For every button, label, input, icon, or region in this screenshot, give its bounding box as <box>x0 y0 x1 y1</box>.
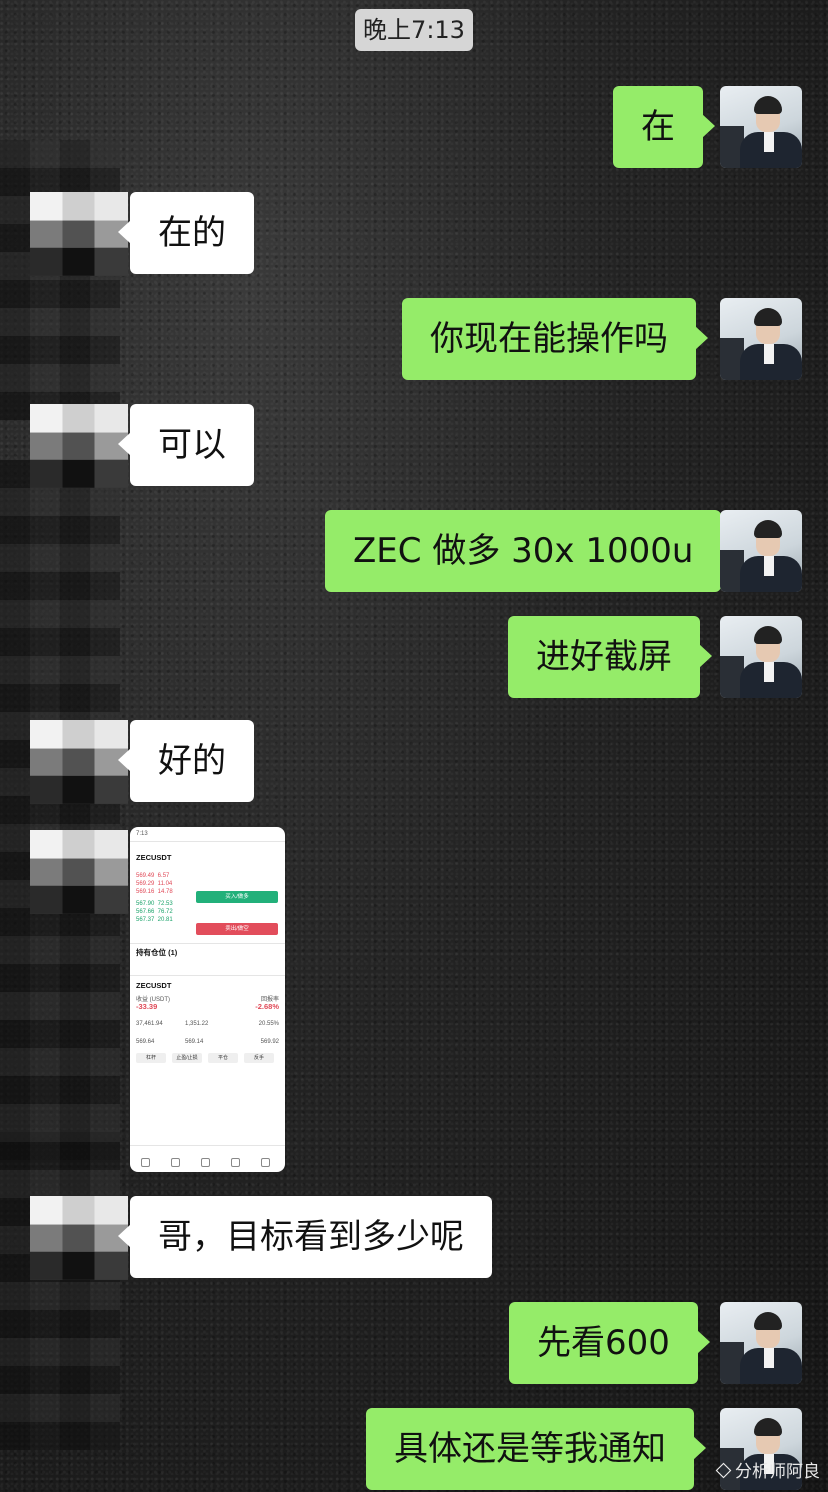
watermark: 分析师阿良 <box>715 1457 820 1482</box>
contact-avatar[interactable] <box>30 830 128 914</box>
nav-futures-icon <box>223 1158 248 1168</box>
tp-sl-chip: 止盈/止损 <box>172 1053 202 1063</box>
divider <box>130 1145 285 1146</box>
screenshot-symbol: ZECUSDT <box>136 853 172 862</box>
orderbook-bid: 567.37 20.81 <box>136 917 173 923</box>
nav-assets-icon <box>253 1158 278 1168</box>
divider <box>130 943 285 944</box>
margin-ratio: 20.55% <box>258 1021 279 1027</box>
message-bubble-sent[interactable]: 先看600 <box>509 1302 710 1384</box>
liq-price: 569.92 <box>260 1039 279 1045</box>
blurred-contact-column <box>0 140 120 420</box>
watermark-logo-icon <box>715 1462 731 1478</box>
orderbook-bid: 567.66 76.72 <box>136 909 173 915</box>
positions-tab: 持有仓位 (1) <box>136 948 178 957</box>
message-bubble-received[interactable]: 好的 <box>118 720 254 802</box>
message-bubble-received[interactable]: 可以 <box>118 404 254 486</box>
position-symbol: ZECUSDT <box>136 981 172 990</box>
orderbook-ask: 569.49 6.57 <box>136 873 170 879</box>
contact-avatar[interactable] <box>30 720 128 804</box>
my-avatar[interactable] <box>720 1302 802 1384</box>
blurred-contact-column <box>0 1130 120 1450</box>
my-avatar[interactable] <box>720 298 802 380</box>
reverse-chip: 反手 <box>244 1053 274 1063</box>
my-avatar[interactable] <box>720 616 802 698</box>
nav-home-icon <box>133 1158 158 1168</box>
blurred-contact-column <box>0 460 120 1160</box>
message-bubble-sent[interactable]: ZEC 做多 30x 1000u <box>325 510 734 592</box>
time-separator: 晚上7:13 <box>355 9 473 51</box>
nav-markets-icon <box>163 1158 188 1168</box>
my-avatar[interactable] <box>720 510 802 592</box>
message-bubble-received[interactable]: 在的 <box>118 192 254 274</box>
screenshot-status-time: 7:13 <box>136 831 148 837</box>
orderbook-bid: 567.90 72.53 <box>136 901 173 907</box>
message-bubble-sent[interactable]: 进好截屏 <box>508 616 712 698</box>
contact-avatar[interactable] <box>30 192 128 276</box>
divider <box>130 975 285 976</box>
watermark-text: 分析师阿良 <box>735 1462 820 1482</box>
message-bubble-sent[interactable]: 在 <box>613 86 715 168</box>
roi-value: -2.68% <box>255 1002 279 1011</box>
buy-long-button: 买入/做多 <box>196 891 278 903</box>
orderbook-ask: 569.16 14.78 <box>136 889 173 895</box>
divider <box>130 841 285 842</box>
contact-avatar[interactable] <box>30 404 128 488</box>
close-chip: 平仓 <box>208 1053 238 1063</box>
message-bubble-sent[interactable]: 你现在能操作吗 <box>402 298 708 380</box>
my-avatar[interactable] <box>720 86 802 168</box>
nav-trade-icon <box>193 1158 218 1168</box>
contact-avatar[interactable] <box>30 1196 128 1280</box>
orderbook-ask: 569.29 11.04 <box>136 881 173 887</box>
image-message-screenshot[interactable]: 7:13 ZECUSDT 569.49 6.57 569.29 11.04 56… <box>130 827 285 1172</box>
sell-short-button: 卖出/做空 <box>196 923 278 935</box>
leverage-chip: 杠杆 <box>136 1053 166 1063</box>
message-bubble-sent[interactable]: 具体还是等我通知 <box>366 1408 706 1490</box>
message-bubble-received[interactable]: 哥，目标看到多少呢 <box>118 1196 492 1278</box>
